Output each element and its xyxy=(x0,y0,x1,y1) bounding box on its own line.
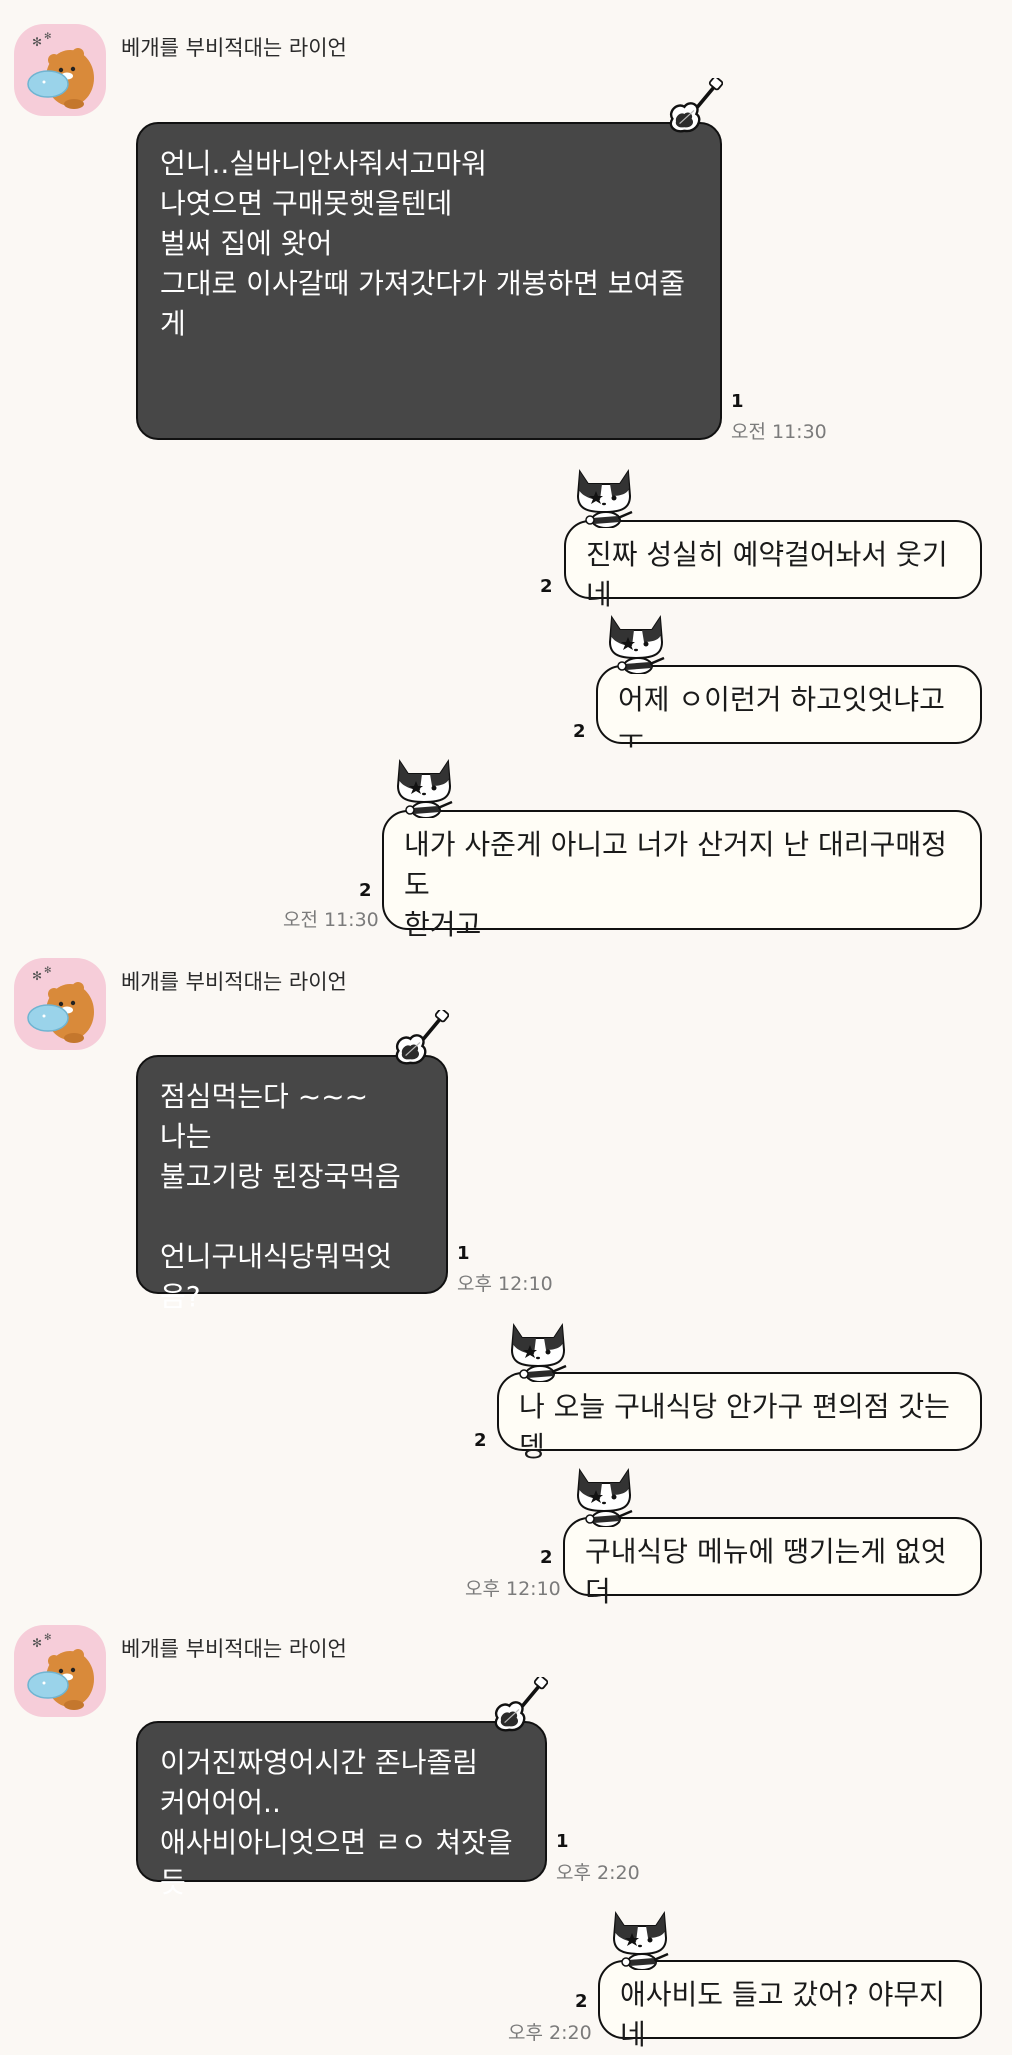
unread-count: 1 xyxy=(556,1831,569,1852)
message-bubble-outgoing[interactable]: 진짜 성실히 예약걸어놔서 웃기네 xyxy=(564,520,982,611)
avatar-ryan-icon[interactable] xyxy=(14,958,106,1050)
message-bubble-outgoing[interactable]: 구내식당 메뉴에 땡기는게 없엇더 xyxy=(563,1517,982,1608)
unread-count: 1 xyxy=(457,1243,470,1264)
cat-with-guitar-icon xyxy=(392,756,456,818)
message-bubble-incoming[interactable]: 언니..실바니안사줘서고마워 나엿으면 구매못햇을텐데 벌써 집에 왓어 그대로… xyxy=(136,122,722,440)
message-time: 오후 2:20 xyxy=(508,2022,592,2044)
message-bubble-outgoing[interactable]: 어제 ㅇ이런거 하고잇엇냐고ㅜ xyxy=(596,665,982,756)
message-time: 오전 11:30 xyxy=(283,909,379,931)
cat-with-guitar-icon xyxy=(608,1908,672,1970)
unread-count: 2 xyxy=(573,721,586,742)
message-time: 오후 12:10 xyxy=(457,1273,553,1295)
electric-guitar-icon xyxy=(665,78,723,138)
message-time: 오전 11:30 xyxy=(731,421,827,443)
cat-with-guitar-icon xyxy=(604,612,668,674)
cat-with-guitar-icon xyxy=(506,1320,570,1382)
message-bubble-outgoing[interactable]: 나 오늘 구내식당 안가구 편의점 갓는뎅 xyxy=(497,1372,982,1463)
sender-name: 베개를 부비적대는 라이언 xyxy=(121,1637,347,1661)
message-bubble-outgoing[interactable]: 내가 사준게 아니고 너가 산거지 난 대리구매정도 한거고 xyxy=(382,810,982,941)
unread-count: 2 xyxy=(359,880,372,901)
unread-count: 2 xyxy=(540,1547,553,1568)
cat-with-guitar-icon xyxy=(572,1465,636,1527)
message-bubble-incoming[interactable]: 이거진짜영어시간 존나졸림 커어어어.. 애사비아니엇으면 ㄹㅇ 쳐잣을듯 xyxy=(136,1721,547,1899)
avatar-ryan-icon[interactable] xyxy=(14,1625,106,1717)
unread-count: 2 xyxy=(575,1991,588,2012)
unread-count: 2 xyxy=(474,1430,487,1451)
message-time: 오후 12:10 xyxy=(465,1578,561,1600)
message-bubble-incoming[interactable]: 점심먹는다 ~~~ 나는 불고기랑 된장국먹음 언니구내식당뭐먹엇음? xyxy=(136,1055,448,1313)
electric-guitar-icon xyxy=(391,1010,449,1070)
cat-with-guitar-icon xyxy=(572,466,636,528)
avatar-ryan-icon[interactable] xyxy=(14,24,106,116)
message-time: 오후 2:20 xyxy=(556,1862,640,1884)
message-bubble-outgoing[interactable]: 애사비도 들고 갔어? 야무지네 xyxy=(598,1960,982,2051)
sender-name: 베개를 부비적대는 라이언 xyxy=(121,36,347,60)
unread-count: 1 xyxy=(731,391,744,412)
sender-name: 베개를 부비적대는 라이언 xyxy=(121,970,347,994)
unread-count: 2 xyxy=(540,576,553,597)
electric-guitar-icon xyxy=(490,1677,548,1737)
